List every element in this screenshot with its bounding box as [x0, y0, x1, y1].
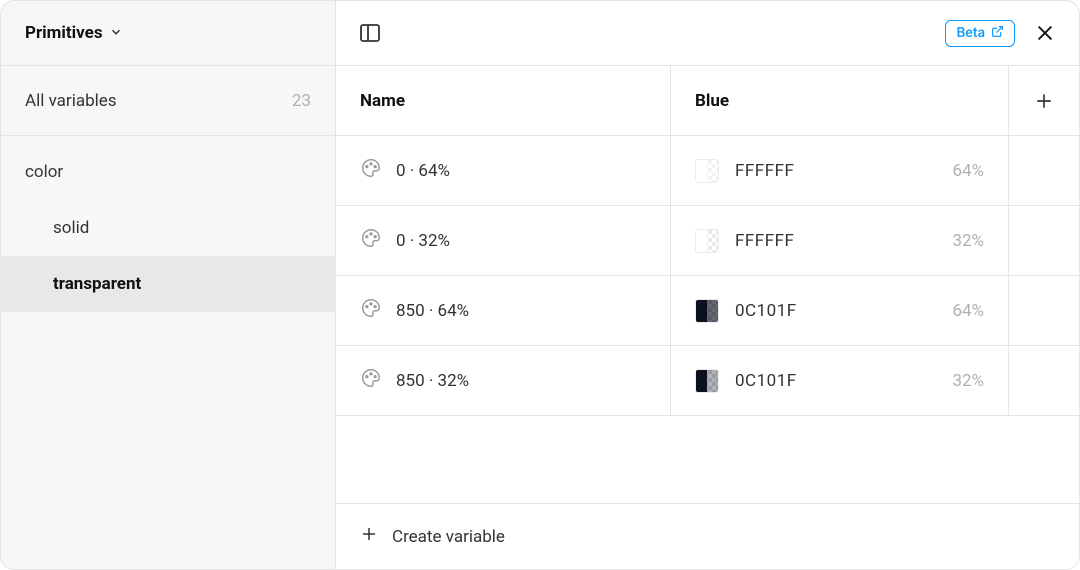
variable-row[interactable]: 850 · 32% 0C101F 32%: [336, 346, 1079, 416]
variable-value-cell[interactable]: FFFFFF 32%: [671, 206, 1009, 275]
color-swatch: [695, 369, 719, 393]
variable-name-cell[interactable]: 0 · 64%: [336, 136, 671, 205]
palette-icon: [360, 297, 382, 324]
color-swatch: [695, 159, 719, 183]
tree-item-solid[interactable]: solid: [1, 200, 335, 256]
close-button[interactable]: [1031, 19, 1059, 47]
main-header: Beta: [336, 1, 1079, 66]
variable-name-cell[interactable]: 850 · 64%: [336, 276, 671, 345]
all-variables-label: All variables: [25, 91, 117, 111]
hex-value: FFFFFF: [735, 231, 936, 251]
tree-item-label: solid: [53, 218, 89, 238]
palette-icon: [360, 157, 382, 184]
opacity-value: 64%: [952, 161, 984, 181]
variable-row[interactable]: 0 · 32% FFFFFF 32%: [336, 206, 1079, 276]
hex-value: 0C101F: [735, 371, 936, 391]
collection-title: Primitives: [25, 23, 103, 43]
sidebar-toggle-button[interactable]: [356, 19, 384, 47]
variable-name: 850 · 64%: [396, 301, 469, 321]
tree-item-color[interactable]: color: [1, 144, 335, 200]
hex-value: 0C101F: [735, 301, 936, 321]
all-variables-count: 23: [292, 91, 311, 111]
opacity-value: 32%: [952, 231, 984, 251]
create-variable-label: Create variable: [392, 527, 505, 547]
variable-value-cell[interactable]: 0C101F 64%: [671, 276, 1009, 345]
main: Beta Name Blue: [336, 1, 1079, 569]
plus-icon: [360, 525, 378, 548]
opacity-value: 32%: [952, 371, 984, 391]
palette-icon: [360, 367, 382, 394]
variable-row[interactable]: 0 · 64% FFFFFF 64%: [336, 136, 1079, 206]
tree-item-label: color: [25, 162, 63, 182]
column-mode-header[interactable]: Blue: [671, 66, 1009, 135]
app-frame: Primitives All variables 23 color solid tr…: [0, 0, 1080, 570]
opacity-value: 64%: [952, 301, 984, 321]
variable-row[interactable]: 850 · 64% 0C101F 64%: [336, 276, 1079, 346]
beta-label: Beta: [956, 25, 985, 41]
row-trail: [1009, 276, 1079, 345]
color-swatch: [695, 299, 719, 323]
collection-dropdown[interactable]: Primitives: [1, 1, 335, 66]
row-trail: [1009, 136, 1079, 205]
row-trail: [1009, 206, 1079, 275]
group-tree: color solid transparent: [1, 136, 335, 312]
variable-value-cell[interactable]: FFFFFF 64%: [671, 136, 1009, 205]
create-variable-button[interactable]: Create variable: [336, 503, 1079, 569]
variable-name: 850 · 32%: [396, 371, 469, 391]
row-trail: [1009, 346, 1079, 415]
column-header: Name Blue: [336, 66, 1079, 136]
add-mode-button[interactable]: [1009, 66, 1079, 135]
variable-name: 0 · 64%: [396, 161, 450, 181]
variable-name: 0 · 32%: [396, 231, 450, 251]
all-variables-row[interactable]: All variables 23: [1, 66, 335, 136]
tree-item-transparent[interactable]: transparent: [1, 256, 335, 312]
column-name-header[interactable]: Name: [336, 66, 671, 135]
variable-rows: 0 · 64% FFFFFF 64% 0 · 32% FFFFFF 32% 850 · 64…: [336, 136, 1079, 416]
chevron-down-icon: [109, 24, 123, 43]
beta-badge[interactable]: Beta: [945, 20, 1015, 47]
external-link-icon: [991, 25, 1004, 42]
variable-name-cell[interactable]: 850 · 32%: [336, 346, 671, 415]
variable-name-cell[interactable]: 0 · 32%: [336, 206, 671, 275]
hex-value: FFFFFF: [735, 161, 936, 181]
color-swatch: [695, 229, 719, 253]
palette-icon: [360, 227, 382, 254]
tree-item-label: transparent: [53, 274, 141, 294]
sidebar: Primitives All variables 23 color solid tr…: [1, 1, 336, 569]
variable-value-cell[interactable]: 0C101F 32%: [671, 346, 1009, 415]
